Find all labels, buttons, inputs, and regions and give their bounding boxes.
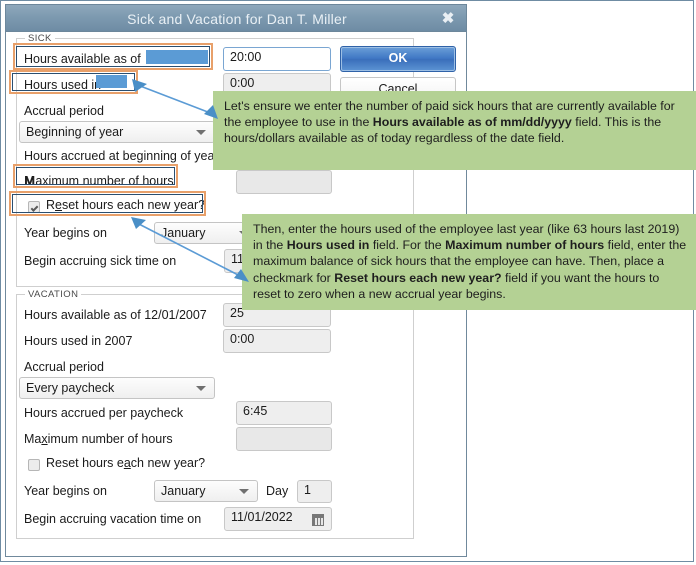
vacation-begin-accruing-label: Begin accruing vacation time on xyxy=(24,512,202,526)
sick-hours-used-label: Hours used in xyxy=(24,78,102,92)
sick-accrual-period-select[interactable]: Beginning of year xyxy=(19,121,215,143)
close-icon[interactable]: ✖ xyxy=(438,9,458,29)
callout-segment: Reset hours each new year? xyxy=(334,270,502,285)
vacation-year-begins-label: Year begins on xyxy=(24,484,107,498)
vacation-year-begins-value: January xyxy=(161,484,206,498)
chevron-down-icon xyxy=(239,489,249,494)
sick-reset-checkbox[interactable] xyxy=(28,201,40,213)
sick-group-legend: SICK xyxy=(25,33,55,44)
vacation-day-label: Day xyxy=(266,484,289,498)
sick-accrual-period-value: Beginning of year xyxy=(26,125,124,139)
calendar-icon[interactable] xyxy=(312,514,324,526)
callout-segment: Maximum number of hours xyxy=(445,238,605,253)
dialog-titlebar: Sick and Vacation for Dan T. Miller ✖ xyxy=(5,4,467,32)
vacation-hours-accrued-label: Hours accrued per paycheck xyxy=(24,406,184,420)
vacation-hours-used-label: Hours used in 2007 xyxy=(24,334,133,348)
callout-second: Then, enter the hours used of the employ… xyxy=(242,214,696,310)
dialog-title: Sick and Vacation for Dan T. Miller xyxy=(127,11,347,27)
vacation-begin-accruing-value: 11/01/2022 xyxy=(231,510,293,524)
vacation-reset-checkbox[interactable] xyxy=(28,459,40,471)
vacation-max-hours-label: Maximum number of hours xyxy=(24,432,173,446)
vacation-year-begins-select[interactable]: January xyxy=(154,480,258,502)
sick-reset-label: Reset hours each new year? xyxy=(46,198,206,212)
vacation-max-hours-input[interactable] xyxy=(236,427,332,451)
callout-segment: Hours used in xyxy=(286,238,370,253)
vacation-hours-available-label: Hours available as of 12/01/2007 xyxy=(24,308,207,322)
vacation-begin-accruing-input[interactable]: 11/01/2022 xyxy=(224,507,332,531)
vacation-hours-used-input[interactable]: 0:00 xyxy=(223,329,331,353)
vacation-accrual-period-select[interactable]: Every paycheck xyxy=(19,377,215,399)
sick-begin-accruing-label: Begin accruing sick time on xyxy=(24,254,177,268)
vacation-day-input[interactable]: 1 xyxy=(297,480,332,503)
ok-button[interactable]: OK xyxy=(340,46,456,72)
sick-year-begins-label: Year begins on xyxy=(24,226,107,240)
vacation-group-legend: VACATION xyxy=(25,289,82,300)
callout-first: Let's ensure we enter the number of paid… xyxy=(213,91,696,170)
chevron-down-icon xyxy=(196,130,206,135)
callout-segment: field. For the xyxy=(369,238,446,253)
vacation-reset-label: Reset hours each new year? xyxy=(46,456,206,470)
sick-max-hours-label-text: Maximum number of hours xyxy=(24,174,174,188)
sick-accrual-period-label: Accrual period xyxy=(24,104,104,118)
vacation-accrual-period-label: Accrual period xyxy=(24,360,104,374)
vacation-hours-accrued-input[interactable]: 6:45 xyxy=(236,401,332,425)
sick-year-begins-value: January xyxy=(161,226,206,240)
sick-hours-available-label: Hours available as of xyxy=(24,52,141,66)
chevron-down-icon xyxy=(196,386,206,391)
sick-max-hours-label: MMaximum number of hours xyxy=(24,174,174,188)
vacation-max-hours-label-text: Maximum number of hours xyxy=(24,432,173,446)
sick-hours-available-input[interactable]: 20:00 xyxy=(223,47,331,71)
screenshot-frame: Sick and Vacation for Dan T. Miller ✖ SI… xyxy=(0,0,696,562)
date-redaction-block-2 xyxy=(96,75,127,88)
sick-hours-accrued-label: Hours accrued at beginning of year xyxy=(24,149,219,163)
vacation-accrual-period-value: Every paycheck xyxy=(26,381,115,395)
date-redaction-block-1 xyxy=(146,50,208,64)
callout-segment: Hours available as of mm/dd/yyyy xyxy=(372,115,572,130)
sick-max-hours-input[interactable] xyxy=(236,170,332,194)
